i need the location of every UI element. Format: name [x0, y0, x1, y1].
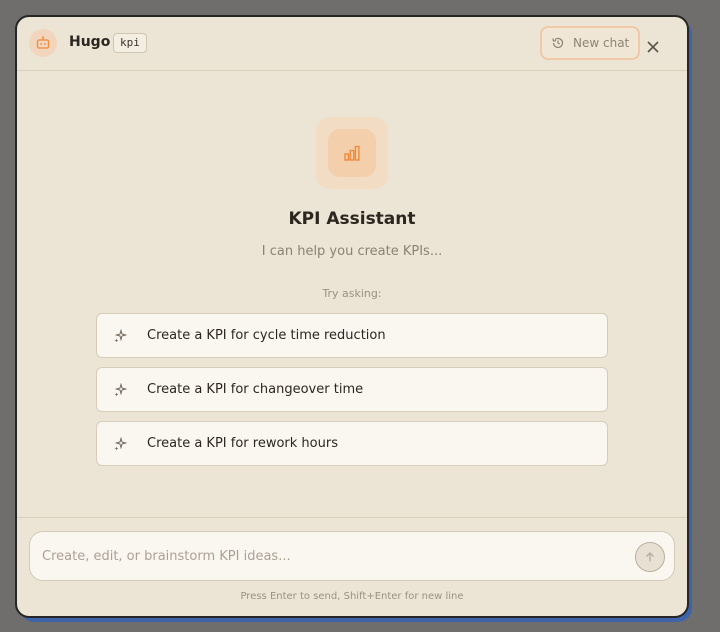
history-icon — [552, 37, 564, 49]
hero-title: KPI Assistant — [288, 209, 416, 229]
kpi-assistant-dialog: Hugo kpi New chat KPI Assistant I can he… — [15, 15, 689, 618]
try-asking-label: Try asking: — [322, 287, 382, 300]
suggestion-button-1[interactable]: Create a KPI for cycle time reduction — [96, 313, 608, 358]
sparkle-icon — [114, 382, 127, 396]
suggestion-button-2[interactable]: Create a KPI for changeover time — [96, 367, 608, 412]
close-icon — [647, 41, 659, 53]
hero-icon-container — [316, 117, 388, 189]
suggestion-label: Create a KPI for cycle time reduction — [147, 328, 386, 343]
hero-subtitle: I can help you create KPIs... — [261, 244, 443, 259]
send-button[interactable] — [635, 542, 665, 572]
keyboard-hint: Press Enter to send, Shift+Enter for new… — [240, 591, 464, 602]
composer — [29, 531, 675, 581]
dialog-header: Hugo kpi New chat — [17, 17, 687, 71]
new-chat-label: New chat — [573, 36, 630, 50]
assistant-avatar — [29, 29, 57, 57]
sparkle-icon — [114, 436, 127, 450]
bar-chart-icon — [344, 145, 360, 161]
suggestion-label: Create a KPI for rework hours — [147, 436, 338, 451]
hero-icon-inner — [328, 129, 376, 177]
suggestion-button-3[interactable]: Create a KPI for rework hours — [96, 421, 608, 466]
mode-badge: kpi — [113, 33, 147, 53]
sparkle-icon — [114, 328, 127, 342]
new-chat-button[interactable]: New chat — [540, 26, 640, 60]
dialog-footer: Press Enter to send, Shift+Enter for new… — [17, 517, 687, 616]
close-button[interactable] — [645, 39, 661, 55]
assistant-name: Hugo — [69, 34, 111, 50]
suggestion-label: Create a KPI for changeover time — [147, 382, 364, 397]
arrow-up-icon — [646, 552, 654, 562]
robot-icon — [36, 36, 50, 49]
message-input[interactable] — [42, 540, 622, 572]
